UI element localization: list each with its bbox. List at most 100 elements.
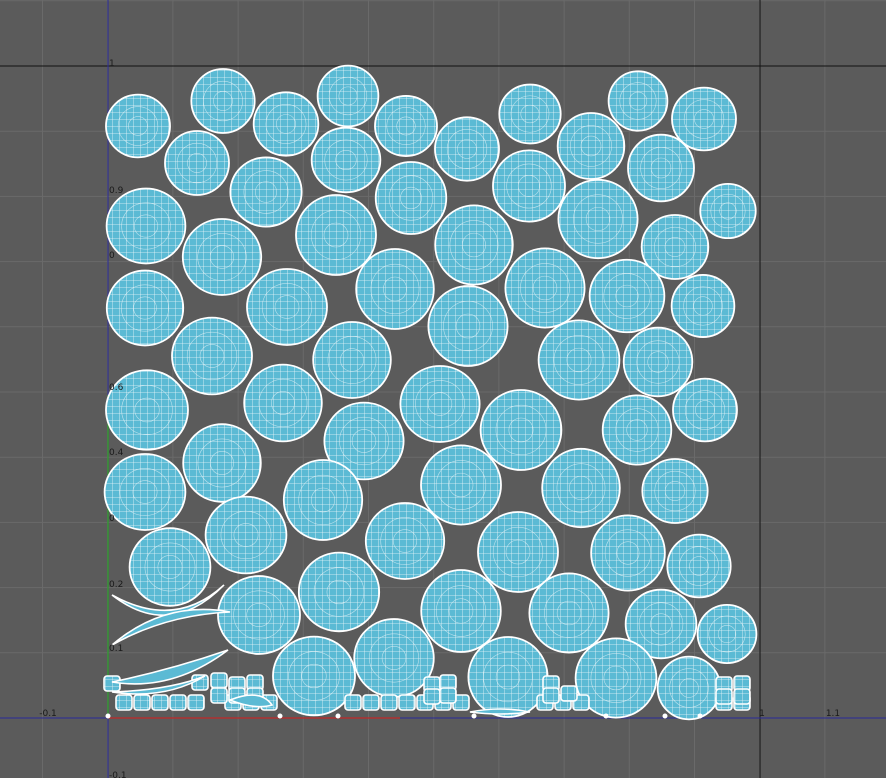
debris-cube — [542, 687, 560, 704]
mesh-sphere — [434, 204, 514, 286]
sphere-body — [656, 655, 722, 721]
y-tick-label: 0.6 — [109, 383, 124, 393]
sphere-body — [252, 91, 320, 157]
mesh-sphere — [498, 83, 562, 145]
sphere-body — [272, 635, 356, 717]
mesh-sphere — [243, 363, 323, 443]
sphere-body — [374, 161, 448, 235]
sphere-body — [105, 93, 171, 159]
mesh-sphere — [399, 365, 481, 443]
mesh-sphere — [492, 149, 566, 223]
y-tick-label: 0.9 — [109, 186, 124, 196]
y-tick-label: 1 — [109, 59, 115, 69]
mesh-sphere — [190, 68, 256, 134]
mesh-sphere — [557, 178, 639, 260]
debris-cube — [733, 688, 751, 705]
debris-cube — [362, 694, 380, 711]
mesh-sphere — [128, 527, 212, 607]
debris-cube — [380, 694, 398, 711]
mesh-sphere — [656, 655, 722, 721]
sphere-body — [420, 444, 502, 526]
sphere-body — [627, 133, 695, 203]
mesh-sphere — [420, 444, 502, 526]
mesh-sphere — [246, 268, 328, 346]
debris-cube — [133, 694, 151, 711]
mesh-sphere — [229, 156, 303, 228]
mesh-sphere — [282, 459, 364, 541]
mesh-sphere — [252, 91, 320, 157]
sphere-body — [282, 459, 364, 541]
sphere-body — [434, 204, 514, 286]
sphere-body — [641, 458, 709, 524]
sphere-body — [537, 319, 621, 401]
debris-cube — [439, 687, 457, 704]
sphere-body — [672, 377, 738, 443]
floor-particle — [603, 713, 609, 719]
mesh-sphere — [590, 514, 666, 592]
mesh-sphere — [627, 133, 695, 203]
crushed-sphere — [469, 708, 531, 715]
mesh-sphere — [556, 112, 626, 180]
sphere-body — [204, 495, 288, 575]
y-tick-label: 0 — [109, 251, 115, 261]
floor-particle — [335, 713, 341, 719]
sphere-layer — [103, 64, 758, 721]
mesh-sphere — [467, 636, 549, 718]
floor-particle — [105, 713, 111, 719]
x-tick-label: 1 — [759, 709, 765, 719]
sphere-body — [182, 423, 262, 503]
debris-cube — [423, 688, 441, 705]
sphere-body — [541, 447, 621, 529]
mesh-sphere — [364, 502, 446, 580]
debris-cube — [187, 694, 205, 711]
y-tick-label: -0.1 — [109, 771, 127, 778]
sphere-body — [297, 551, 381, 633]
sphere-body — [504, 247, 586, 329]
sphere-body — [353, 618, 435, 698]
mesh-sphere — [420, 569, 502, 653]
mesh-sphere — [427, 285, 509, 367]
floor-particle — [471, 713, 477, 719]
debris-cube — [560, 685, 578, 702]
debris-cube — [715, 688, 733, 705]
mesh-sphere — [103, 453, 187, 531]
mesh-sphere — [607, 70, 669, 132]
sphere-body — [607, 70, 669, 132]
mesh-sphere — [479, 389, 563, 471]
mesh-sphere — [588, 258, 666, 334]
mesh-sphere — [699, 182, 757, 240]
sphere-body — [492, 149, 566, 223]
sphere-body — [374, 95, 438, 157]
sphere-body — [699, 182, 757, 240]
debris-cube — [344, 694, 362, 711]
sphere-body — [103, 453, 187, 531]
sphere-body — [467, 636, 549, 718]
mesh-sphere — [666, 533, 732, 599]
sphere-body — [601, 394, 673, 466]
sphere-body — [588, 258, 666, 334]
sphere-body — [217, 575, 301, 655]
sphere-body — [246, 268, 328, 346]
y-tick-label: 0.4 — [109, 448, 124, 458]
scene-canvas[interactable]: -0.1 1 1.1 1 0.9 0 0.6 0.4 0 0.2 0.1 -0.1 — [0, 0, 886, 778]
sphere-body — [434, 116, 500, 182]
mesh-sphere — [182, 423, 262, 503]
sphere-body — [399, 365, 481, 443]
mesh-sphere — [312, 321, 392, 399]
mesh-sphere — [217, 575, 301, 655]
mesh-sphere — [295, 194, 377, 276]
sphere-body — [316, 64, 380, 128]
floor-particle — [662, 713, 668, 719]
sphere-body — [105, 269, 185, 347]
mesh-sphere — [105, 269, 185, 347]
simulation-viewport[interactable]: -0.1 1 1.1 1 0.9 0 0.6 0.4 0 0.2 0.1 -0.1 — [0, 0, 886, 778]
mesh-sphere — [171, 316, 253, 396]
mesh-sphere — [374, 95, 438, 157]
y-tick-label: 0.2 — [109, 580, 123, 590]
mesh-sphere — [374, 161, 448, 235]
sphere-body — [670, 274, 736, 338]
mesh-sphere — [355, 248, 435, 330]
mesh-sphere — [297, 551, 381, 633]
sphere-body — [181, 218, 263, 296]
x-tick-label: -0.1 — [39, 709, 57, 719]
